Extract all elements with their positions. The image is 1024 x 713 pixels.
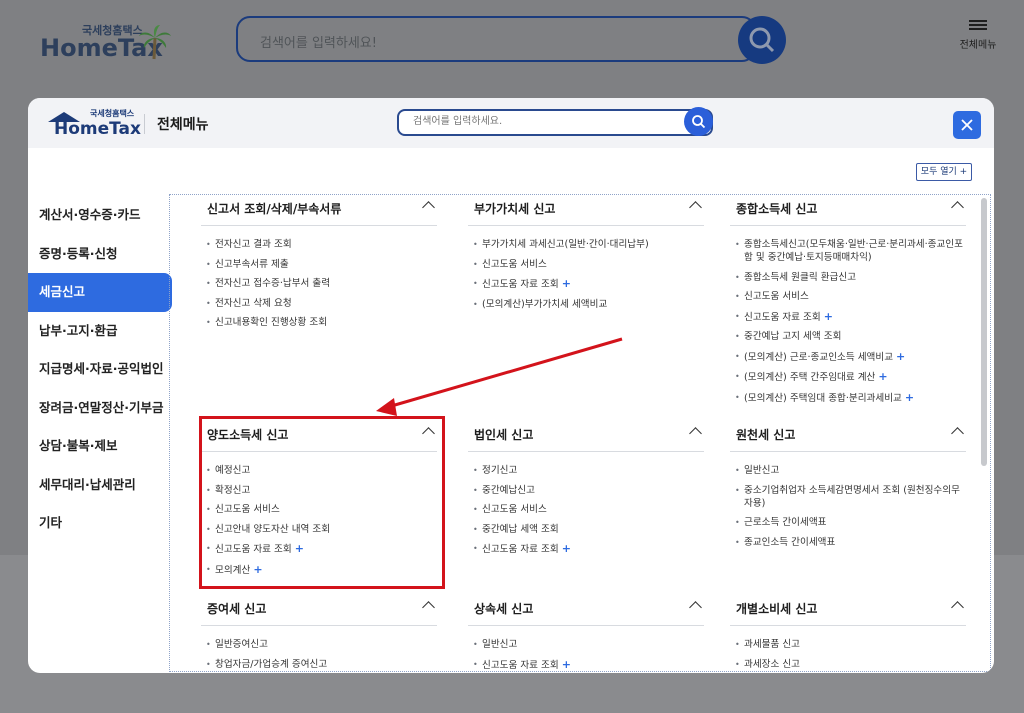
search-icon bbox=[749, 27, 775, 53]
full-menu-modal: 국세청홈택스 HomeTax 전체메뉴 모두 열기 + 계산서·영수증·카드 증… bbox=[28, 98, 994, 673]
background-search-placeholder: 검색어를 입력하세요! bbox=[260, 36, 377, 51]
background-full-menu: 전체메뉴 bbox=[956, 20, 1000, 51]
background-header: 국세청홈택스 HomeTax 검색어를 입력하세요! 전체메뉴 bbox=[0, 0, 1024, 98]
background-search-button bbox=[738, 16, 786, 64]
annotation-arrow-icon bbox=[376, 337, 623, 416]
background-menu-label: 전체메뉴 bbox=[959, 40, 997, 51]
palm-tree-icon bbox=[139, 25, 171, 60]
background-search-field: 검색어를 입력하세요! bbox=[236, 16, 756, 62]
hamburger-icon bbox=[969, 20, 987, 30]
